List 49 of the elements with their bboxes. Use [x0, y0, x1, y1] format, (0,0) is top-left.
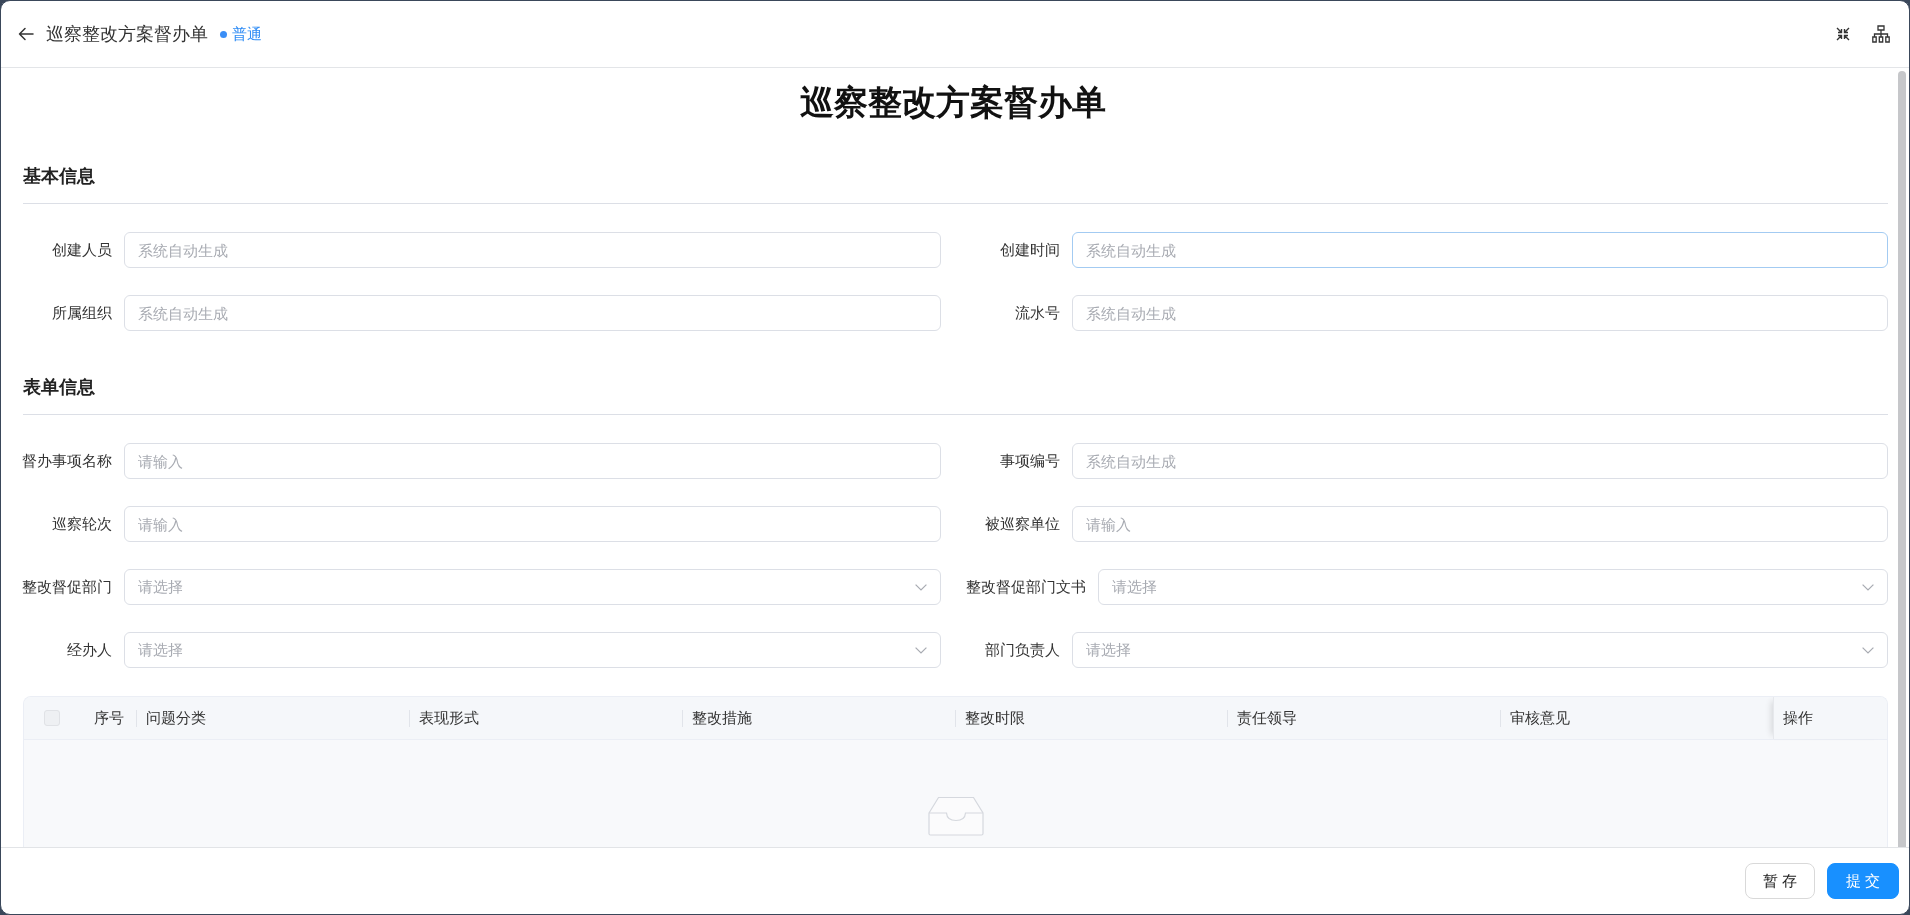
collapse-arrows-icon[interactable] [1836, 27, 1850, 41]
text-field[interactable]: 请输入 [1071, 506, 1888, 542]
back-arrow-icon[interactable] [18, 26, 34, 42]
select-field[interactable]: 请选择 [1071, 632, 1888, 668]
field-label: 部门负责人 [983, 640, 1060, 660]
footer-button[interactable]: 提 交 [1827, 863, 1899, 899]
chevron-down-icon [1862, 583, 1874, 591]
column-header: 整改时限 [954, 697, 1228, 739]
column-header: 责任领导 [1227, 697, 1501, 739]
field-label: 整改督促部门文书 [965, 577, 1086, 597]
column-header: 表现形式 [408, 697, 682, 739]
field-label: 事项编号 [998, 451, 1060, 471]
section-heading: 基本信息 [23, 165, 95, 188]
text-field[interactable]: 请输入 [124, 506, 941, 542]
org-chart-icon[interactable] [1872, 25, 1890, 43]
field-label: 创建人员 [51, 240, 112, 260]
field-label: 整改督促部门 [21, 577, 112, 597]
text-field[interactable]: 系统自动生成 [124, 232, 941, 268]
text-field[interactable]: 系统自动生成 [1071, 295, 1888, 331]
select-field[interactable]: 请选择 [124, 632, 941, 668]
field-label: 流水号 [1013, 303, 1060, 323]
chevron-down-icon [1862, 646, 1874, 654]
text-field[interactable]: 请输入 [124, 443, 941, 479]
column-header: 序号 [93, 707, 125, 728]
text-field[interactable]: 系统自动生成 [124, 295, 941, 331]
scrollbar-thumb[interactable] [1898, 71, 1906, 847]
text-field[interactable]: 系统自动生成 [1071, 443, 1888, 479]
select-field[interactable]: 请选择 [1097, 569, 1888, 605]
footer-button[interactable]: 暂 存 [1745, 863, 1815, 899]
header-title: 巡察整改方案督办单 [46, 23, 208, 46]
status-dot-icon [220, 30, 227, 38]
empty-tray-icon [927, 794, 984, 836]
text-field[interactable]: 系统自动生成 [1071, 232, 1888, 268]
column-header: 整改措施 [681, 697, 955, 739]
select-field[interactable]: 请选择 [124, 569, 941, 605]
field-label: 督办事项名称 [21, 451, 112, 471]
field-label: 经办人 [66, 640, 112, 660]
field-label: 被巡察单位 [983, 514, 1060, 534]
field-label: 巡察轮次 [51, 514, 112, 534]
column-header: 审核意见 [1500, 697, 1773, 739]
chevron-down-icon [914, 646, 927, 654]
section-heading: 表单信息 [23, 376, 95, 399]
chevron-down-icon [914, 583, 927, 591]
column-header: 操作 [1773, 697, 1887, 739]
field-label: 创建时间 [998, 240, 1060, 260]
column-header: 问题分类 [136, 697, 409, 739]
field-label: 所属组织 [51, 303, 112, 323]
form-title: 巡察整改方案督办单 [800, 82, 1106, 123]
priority-label: 普通 [232, 24, 262, 44]
